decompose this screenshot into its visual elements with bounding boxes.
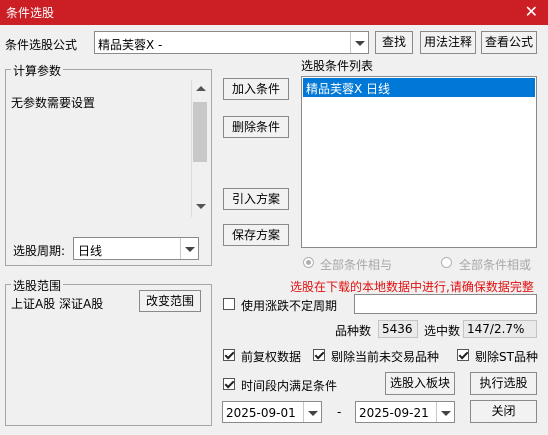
import-plan-button[interactable]: 引入方案	[223, 188, 289, 210]
conditions-list[interactable]: 精品芙蓉X 日线	[301, 76, 537, 248]
exclude-untraded-checkbox[interactable]	[313, 349, 325, 361]
find-button[interactable]: 查找	[375, 31, 413, 54]
count-label: 品种数	[335, 324, 372, 338]
date-separator: -	[337, 405, 342, 419]
change-range-button[interactable]: 改变范围	[139, 290, 201, 312]
and-radio-label: 全部条件相与	[320, 258, 393, 272]
chevron-down-icon[interactable]	[350, 32, 368, 53]
period-select[interactable]: 日线	[73, 237, 199, 260]
chevron-down-icon[interactable]	[196, 204, 206, 209]
selected-label: 选中数	[424, 324, 461, 338]
chevron-up-icon[interactable]	[196, 86, 206, 91]
execute-selection-button[interactable]: 执行选股	[470, 372, 537, 395]
view-formula-button[interactable]: 查看公式	[481, 31, 537, 54]
chevron-down-icon[interactable]	[180, 238, 198, 259]
period-label: 选股周期:	[13, 244, 66, 258]
time-range-checkbox[interactable]	[223, 378, 235, 390]
data-notice: 选股在下载的本地数据中进行,请确保数据完整	[290, 280, 534, 294]
end-date-picker[interactable]: 2025-09-21	[355, 401, 455, 423]
window-title: 条件选股	[6, 6, 55, 20]
count-value: 5436	[378, 320, 418, 338]
time-range-label: 时间段内满足条件	[241, 379, 338, 393]
params-text: 无参数需要设置	[11, 96, 96, 110]
add-condition-button[interactable]: 加入条件	[223, 78, 289, 100]
start-date-value: 2025-09-01	[226, 406, 296, 420]
adjusted-data-label: 前复权数据	[241, 350, 302, 364]
delete-condition-button[interactable]: 删除条件	[223, 116, 289, 138]
end-date-value: 2025-09-21	[359, 406, 429, 420]
close-button[interactable]: 关闭	[470, 400, 537, 423]
usage-notes-button[interactable]: 用法注释	[420, 31, 476, 54]
or-radio-label: 全部条件相或	[459, 258, 532, 272]
range-group-label: 选股范围	[11, 277, 64, 294]
condition-stock-selection-window: 条件选股 ✕ 条件选股公式 精品芙蓉X - 查找 用法注释 查看公式 计算参数 …	[0, 0, 548, 435]
or-radio[interactable]	[441, 257, 452, 268]
chevron-down-icon[interactable]	[303, 402, 321, 422]
and-radio[interactable]	[303, 257, 314, 268]
list-item[interactable]: 精品芙蓉X 日线	[303, 78, 535, 97]
range-value: 上证A股 深证A股	[11, 297, 104, 311]
close-icon[interactable]: ✕	[525, 2, 538, 21]
list-item-label: 精品芙蓉X 日线	[306, 82, 391, 96]
variable-period-label: 使用涨跌不定周期	[241, 299, 338, 313]
scroll-thumb[interactable]	[193, 102, 207, 162]
params-scrollbar[interactable]	[191, 80, 209, 217]
period-value: 日线	[78, 244, 103, 258]
variable-period-checkbox[interactable]	[223, 298, 235, 310]
start-date-picker[interactable]: 2025-09-01	[222, 401, 322, 423]
variable-period-input[interactable]	[354, 294, 537, 314]
exclude-st-checkbox[interactable]	[457, 349, 469, 361]
select-to-block-button[interactable]: 选股入板块	[385, 372, 455, 395]
params-group-label: 计算参数	[11, 62, 64, 79]
formula-value: 精品芙蓉X -	[98, 38, 163, 52]
formula-label: 条件选股公式	[5, 38, 78, 52]
adjusted-data-checkbox[interactable]	[223, 349, 235, 361]
formula-select[interactable]: 精品芙蓉X -	[94, 31, 369, 54]
exclude-st-label: 剔除ST品种	[475, 350, 538, 364]
selected-value: 147/2.7%	[463, 320, 537, 338]
title-bar: 条件选股 ✕	[0, 0, 548, 25]
chevron-down-icon[interactable]	[436, 402, 454, 422]
conditions-label: 选股条件列表	[301, 59, 374, 73]
save-plan-button[interactable]: 保存方案	[223, 224, 289, 246]
exclude-untraded-label: 剔除当前未交易品种	[331, 350, 440, 364]
